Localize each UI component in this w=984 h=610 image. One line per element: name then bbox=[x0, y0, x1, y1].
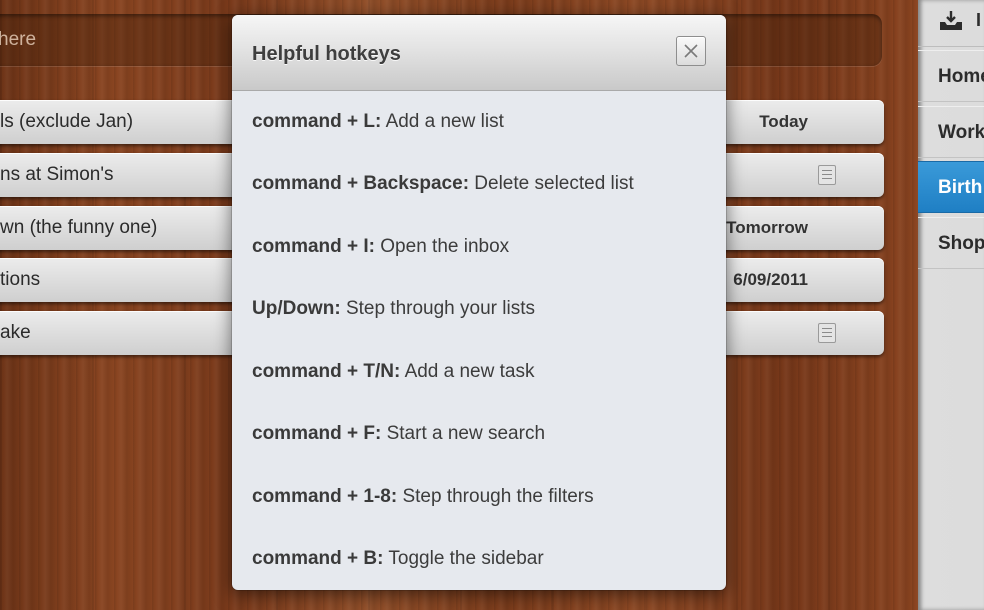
hotkey-row: command + B: Toggle the sidebar bbox=[252, 548, 712, 570]
hotkey-key: command + 1-8: bbox=[252, 486, 398, 507]
task-due-date: Tomorrow bbox=[726, 218, 808, 237]
hotkey-description: Toggle the sidebar bbox=[388, 548, 544, 569]
dialog-header: Helpful hotkeys bbox=[232, 15, 726, 91]
hotkey-row: command + F: Start a new search bbox=[252, 423, 712, 445]
hotkey-row: command + I: Open the inbox bbox=[252, 236, 712, 258]
sidebar-item-shopping[interactable]: Shop bbox=[918, 217, 984, 269]
note-icon[interactable] bbox=[818, 323, 836, 343]
task-title: wn (the funny one) bbox=[0, 217, 158, 238]
hotkeys-dialog: Helpful hotkeys command + L: Add a new l… bbox=[232, 15, 726, 590]
task-due-date: 6/09/2011 bbox=[733, 270, 808, 289]
dialog-title: Helpful hotkeys bbox=[252, 43, 401, 65]
task-title: ake bbox=[0, 322, 31, 343]
task-title: ns at Simon's bbox=[0, 164, 114, 185]
task-title: ls (exclude Jan) bbox=[0, 111, 134, 132]
hotkey-description: Add a new list bbox=[385, 111, 504, 132]
note-icon[interactable] bbox=[818, 165, 836, 185]
hotkey-key: command + T/N: bbox=[252, 361, 401, 382]
hotkey-description: Step through your lists bbox=[345, 298, 535, 319]
sidebar-item-home[interactable]: Home bbox=[918, 50, 984, 102]
hotkey-row: command + 1-8: Step through the filters bbox=[252, 486, 712, 508]
hotkey-description: Delete selected list bbox=[474, 173, 634, 194]
sidebar-inbox-label: I bbox=[976, 10, 982, 30]
hotkey-key: command + B: bbox=[252, 548, 384, 569]
hotkey-row: command + L: Add a new list bbox=[252, 111, 712, 133]
hotkey-row: command + T/N: Add a new task bbox=[252, 361, 712, 383]
hotkey-key: command + L: bbox=[252, 111, 382, 132]
close-button[interactable] bbox=[676, 36, 706, 66]
hotkey-key: Up/Down: bbox=[252, 298, 341, 319]
task-title: tions bbox=[0, 269, 41, 290]
hotkey-description: Step through the filters bbox=[402, 486, 594, 507]
hotkey-key: command + F: bbox=[252, 423, 382, 444]
sidebar-item-birthdays[interactable]: Birth bbox=[918, 161, 984, 213]
hotkey-key: command + I: bbox=[252, 236, 375, 257]
close-icon bbox=[684, 44, 698, 58]
hotkey-row: Up/Down: Step through your lists bbox=[252, 298, 712, 320]
hotkey-description: Add a new task bbox=[404, 361, 535, 382]
inbox-icon bbox=[940, 11, 962, 30]
sidebar-inbox-item[interactable]: I bbox=[918, 0, 984, 47]
sidebar-item-work[interactable]: Work bbox=[918, 106, 984, 158]
hotkey-key: command + Backspace: bbox=[252, 173, 470, 194]
sidebar: I Home Work Birth Shop bbox=[918, 0, 984, 610]
hotkey-description: Start a new search bbox=[386, 423, 546, 444]
task-due-date: Today bbox=[759, 112, 808, 131]
hotkey-row: command + Backspace: Delete selected lis… bbox=[252, 173, 712, 195]
hotkey-description: Open the inbox bbox=[380, 236, 510, 257]
